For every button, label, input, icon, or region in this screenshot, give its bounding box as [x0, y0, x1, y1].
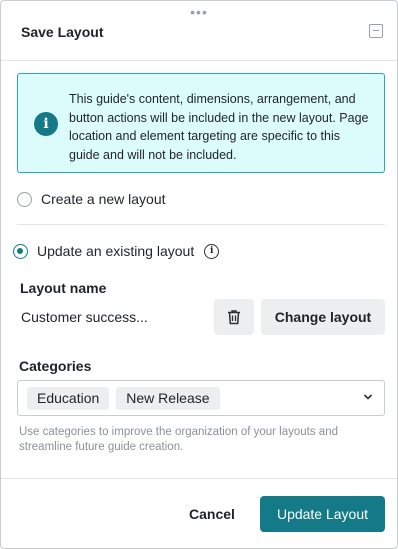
radio-create-new[interactable] [17, 191, 32, 207]
category-chip-education[interactable]: Education [27, 387, 110, 410]
help-icon[interactable]: i [204, 243, 220, 259]
categories-select[interactable]: Education New Release [17, 380, 385, 416]
divider [17, 224, 385, 225]
option-update-label: Update an existing layout [37, 243, 195, 259]
info-text: This guide's content, dimensions, arrang… [69, 92, 369, 162]
dialog-header: Save Layout [1, 1, 397, 61]
category-chip-new-release[interactable]: New Release [116, 387, 220, 410]
radio-update-existing[interactable] [13, 243, 28, 259]
update-layout-button[interactable]: Update Layout [260, 496, 385, 532]
save-layout-dialog: ••• Save Layout i This guide's content, … [0, 0, 398, 549]
footer-divider [1, 478, 397, 479]
trash-icon [228, 310, 240, 325]
dialog-title: Save Layout [21, 24, 104, 40]
info-callout: i This guide's content, dimensions, arra… [17, 73, 385, 173]
layout-name-label: Layout name [20, 280, 107, 296]
layout-name-value: Customer success... [21, 309, 148, 325]
option-create-new[interactable]: Create a new layout [17, 191, 166, 207]
option-update-existing[interactable]: Update an existing layout i [13, 243, 220, 259]
minimize-icon[interactable] [369, 24, 383, 38]
categories-help-text: Use categories to improve the organizati… [19, 426, 338, 453]
category-chips: Education New Release [27, 387, 220, 410]
info-icon: i [34, 112, 58, 136]
categories-label: Categories [19, 358, 92, 374]
change-layout-button[interactable]: Change layout [261, 299, 385, 335]
delete-layout-button[interactable] [214, 299, 254, 335]
cancel-button[interactable]: Cancel [181, 497, 243, 531]
option-create-label: Create a new layout [41, 191, 166, 207]
chevron-down-icon[interactable] [363, 393, 373, 401]
